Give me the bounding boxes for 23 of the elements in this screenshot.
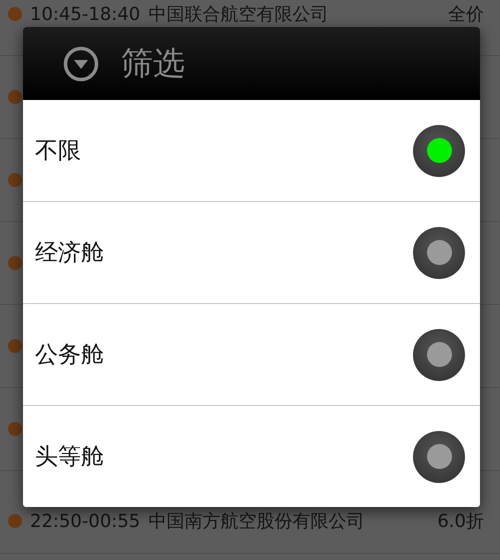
status-dot xyxy=(8,514,22,528)
flight-time: 22:50-00:55 xyxy=(30,510,140,532)
status-dot xyxy=(8,90,22,104)
radio-button[interactable] xyxy=(413,328,465,380)
dropdown-circle-icon xyxy=(63,46,99,82)
airline-name: 中国联合航空有限公司 xyxy=(148,3,328,26)
airline-name: 中国南方航空股份有限公司 xyxy=(148,510,364,533)
filter-option[interactable]: 头等舱 xyxy=(23,405,480,507)
radio-button[interactable] xyxy=(413,430,465,482)
status-dot xyxy=(8,256,22,270)
filter-option[interactable]: 公务舱 xyxy=(23,303,480,405)
status-dot xyxy=(8,173,22,187)
price-label: 全价 xyxy=(448,3,484,26)
filter-option[interactable]: 经济舱 xyxy=(23,201,480,303)
status-dot xyxy=(8,422,22,436)
price-label: 6.0折 xyxy=(437,510,484,533)
status-dot xyxy=(8,7,22,21)
radio-button[interactable] xyxy=(413,226,465,278)
radio-button[interactable] xyxy=(413,124,465,176)
filter-option[interactable]: 不限 xyxy=(23,100,480,201)
dialog-title: 筛选 xyxy=(121,42,185,84)
status-dot xyxy=(8,339,22,353)
flight-time: 10:45-18:40 xyxy=(30,4,140,24)
